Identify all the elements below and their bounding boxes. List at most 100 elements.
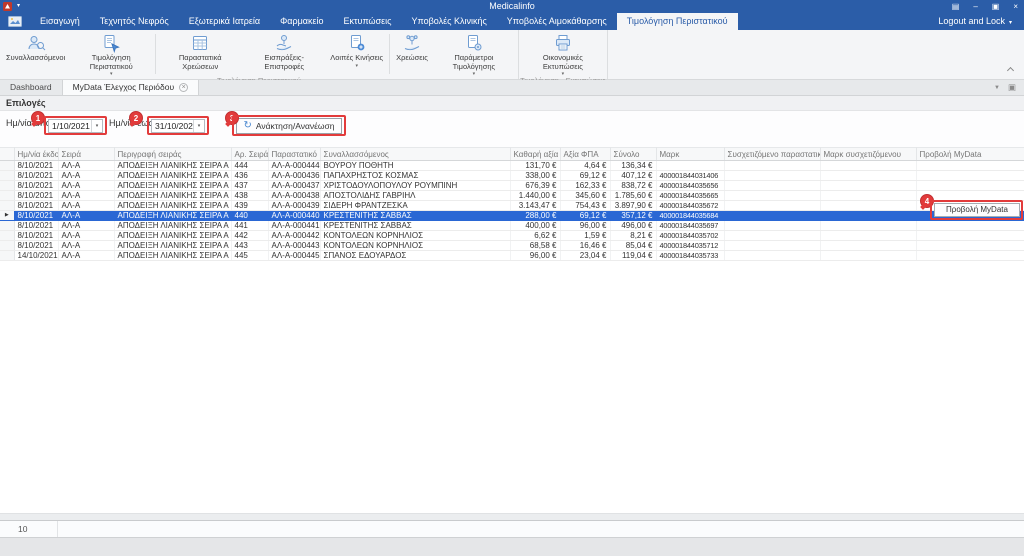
doc-tab-label: MyData Έλεγχος Περιόδου [73, 80, 175, 95]
cell: ΚΡΕΣΤΕΝΙΤΗΣ ΣΑΒΒΑΣ [320, 221, 510, 231]
view-mydata-button[interactable]: Προβολή MyData [934, 203, 1020, 217]
other-moves-button[interactable]: Λοιπές Κινήσεις▾ [326, 32, 387, 68]
app-menu-button[interactable] [0, 13, 30, 30]
cell: ΑΠΟΔΕΙΞΗ ΛΙΑΝΙΚΗΣ ΣΕΙΡΑ Α [114, 251, 231, 261]
cell: 400001844035697 [656, 221, 724, 231]
charge-docs-button[interactable]: Παραστατικά Χρεώσεων [158, 32, 242, 71]
cell [820, 211, 916, 221]
table-row[interactable]: ▶8/10/2021ΑΛ-ΑΑΠΟΔΕΙΞΗ ΛΙΑΝΙΚΗΣ ΣΕΙΡΑ Α4… [0, 211, 1024, 221]
table-row[interactable]: 8/10/2021ΑΛ-ΑΑΠΟΔΕΙΞΗ ΛΙΑΝΙΚΗΣ ΣΕΙΡΑ Α44… [0, 231, 1024, 241]
menubar: ΕισαγωγήΤεχνητός ΝεφρόςΕξωτερικά Ιατρεία… [0, 13, 1024, 30]
cell: ΑΛ-Α-000442 [268, 231, 320, 241]
cell: 407,12 € [610, 171, 656, 181]
cell: 440 [231, 211, 268, 221]
cell: ΑΛ-Α-000438 [268, 191, 320, 201]
table-row[interactable]: 8/10/2021ΑΛ-ΑΑΠΟΔΕΙΞΗ ΛΙΑΝΙΚΗΣ ΣΕΙΡΑ Α43… [0, 171, 1024, 181]
cell [916, 161, 1024, 171]
cell: 436 [231, 171, 268, 181]
row-indicator [0, 201, 14, 211]
annotation-step-2: 2 [129, 111, 143, 125]
column-header[interactable]: Συσχετιζόμενο παραστατικό [724, 148, 820, 161]
column-header[interactable]: Παραστατικό [268, 148, 320, 161]
cell [916, 181, 1024, 191]
cell [916, 241, 1024, 251]
column-header[interactable]: Αρ. Σειράς [231, 148, 268, 161]
app-menu-icon [8, 16, 22, 27]
cell: ΑΛ-Α [58, 171, 114, 181]
cell: 400001844035733 [656, 251, 724, 261]
column-header[interactable]: Αξία ΦΠΑ [560, 148, 610, 161]
ribbon-button-label: Παράμετροι Τιμολόγησης [436, 54, 512, 71]
table-row[interactable]: 8/10/2021ΑΛ-ΑΑΠΟΔΕΙΞΗ ΛΙΑΝΙΚΗΣ ΣΕΙΡΑ Α44… [0, 221, 1024, 231]
restore-icon[interactable]: ▣ [992, 0, 1000, 13]
ribbon-display-options-icon[interactable]: ▤ [952, 0, 960, 13]
table-row[interactable]: 8/10/2021ΑΛ-ΑΑΠΟΔΕΙΞΗ ΛΙΑΝΙΚΗΣ ΣΕΙΡΑ Α44… [0, 161, 1024, 171]
charges-button[interactable]: Χρεώσεις [392, 32, 432, 63]
minimize-icon[interactable]: – [973, 0, 977, 13]
menu-tab-5[interactable]: Εκτυπώσεις [334, 13, 402, 30]
cell: 8,21 € [610, 231, 656, 241]
horizontal-scrollbar[interactable] [0, 513, 1024, 520]
logout-and-lock-button[interactable]: Logout and Lock▾ [938, 13, 1024, 30]
table-row[interactable]: 8/10/2021ΑΛ-ΑΑΠΟΔΕΙΞΗ ΛΙΑΝΙΚΗΣ ΣΕΙΡΑ Α43… [0, 181, 1024, 191]
menu-tab-2[interactable]: Τεχνητός Νεφρός [90, 13, 179, 30]
cell: 400001844035665 [656, 191, 724, 201]
menu-tab-4[interactable]: Φαρμακείο [270, 13, 333, 30]
column-header[interactable]: Μαρκ [656, 148, 724, 161]
column-header[interactable]: Σύνολο [610, 148, 656, 161]
row-indicator [0, 241, 14, 251]
billing-params-button[interactable]: Παράμετροι Τιμολόγησης▾ [432, 32, 516, 76]
invoice-case-button[interactable]: Τιμολόγηση Περιστατικού▾ [69, 32, 153, 76]
cell [916, 251, 1024, 261]
cell: 69,12 € [560, 171, 610, 181]
clients-button[interactable]: Συναλλασσόμενοι [2, 32, 69, 63]
tab-list-arrow-icon[interactable]: ▼ [994, 85, 1000, 91]
cell: 23,04 € [560, 251, 610, 261]
column-header[interactable]: Ημ/νία έκδοσης [14, 148, 58, 161]
table-row[interactable]: 14/10/2021ΑΛ-ΑΑΠΟΔΕΙΞΗ ΛΙΑΝΙΚΗΣ ΣΕΙΡΑ Α4… [0, 251, 1024, 261]
cell [820, 181, 916, 191]
statusbar [0, 537, 1024, 556]
billing-params-icon [464, 32, 484, 53]
tab-close-icon[interactable]: × [179, 83, 188, 92]
cell: 1.440,00 € [510, 191, 560, 201]
cell: 400001844035684 [656, 211, 724, 221]
financial-prints-button[interactable]: Οικονομικές Εκτυπώσεις▾ [521, 32, 605, 76]
column-header[interactable]: Καθαρή αξία [510, 148, 560, 161]
cell [916, 231, 1024, 241]
cell: 8/10/2021 [14, 191, 58, 201]
column-header[interactable]: Προβολή MyData [916, 148, 1024, 161]
cell: ΑΛ-Α-000437 [268, 181, 320, 191]
menu-tab-7[interactable]: Υποβολές Αιμοκάθαρσης [497, 13, 617, 30]
column-header[interactable]: Μαρκ συσχετιζόμενου [820, 148, 916, 161]
ribbon-button-label: Τιμολόγηση Περιστατικού [73, 54, 149, 71]
column-header[interactable]: Περιγραφή σειράς [114, 148, 231, 161]
cell: 445 [231, 251, 268, 261]
column-header[interactable]: Σειρά [58, 148, 114, 161]
cell: 8/10/2021 [14, 211, 58, 221]
cell [724, 191, 820, 201]
cell: 754,43 € [560, 201, 610, 211]
menu-tab-8[interactable]: Τιμολόγηση Περιστατικού [617, 13, 738, 30]
table-row[interactable]: 8/10/2021ΑΛ-ΑΑΠΟΔΕΙΞΗ ΛΙΑΝΙΚΗΣ ΣΕΙΡΑ Α43… [0, 201, 1024, 211]
collections-button[interactable]: Εισπράξεις-Επιστροφές [242, 32, 326, 71]
collapse-ribbon-button[interactable] [1008, 68, 1014, 74]
doc-tab-mydata[interactable]: MyData Έλεγχος Περιόδου × [63, 80, 200, 95]
menu-tab-6[interactable]: Υποβολές Κλινικής [402, 13, 497, 30]
menu-tab-1[interactable]: Εισαγωγή [30, 13, 90, 30]
cell: ΑΛ-Α [58, 241, 114, 251]
ribbon-button-label: Λοιπές Κινήσεις [330, 54, 383, 63]
table-row[interactable]: 8/10/2021ΑΛ-ΑΑΠΟΔΕΙΞΗ ΛΙΑΝΙΚΗΣ ΣΕΙΡΑ Α43… [0, 191, 1024, 201]
close-icon[interactable]: × [1013, 0, 1018, 13]
doc-tab-dashboard[interactable]: Dashboard [0, 80, 63, 95]
tab-window-icon[interactable]: ▣ [1008, 82, 1016, 93]
cell: 8/10/2021 [14, 201, 58, 211]
menu-tab-3[interactable]: Εξωτερικά Ιατρεία [179, 13, 270, 30]
cell [820, 241, 916, 251]
cell: 8/10/2021 [14, 241, 58, 251]
table-row[interactable]: 8/10/2021ΑΛ-ΑΑΠΟΔΕΙΞΗ ΛΙΑΝΙΚΗΣ ΣΕΙΡΑ Α44… [0, 241, 1024, 251]
column-header[interactable]: Συναλλασσόμενος [320, 148, 510, 161]
cell: 162,33 € [560, 181, 610, 191]
cell: 400001844031406 [656, 171, 724, 181]
cell: 443 [231, 241, 268, 251]
